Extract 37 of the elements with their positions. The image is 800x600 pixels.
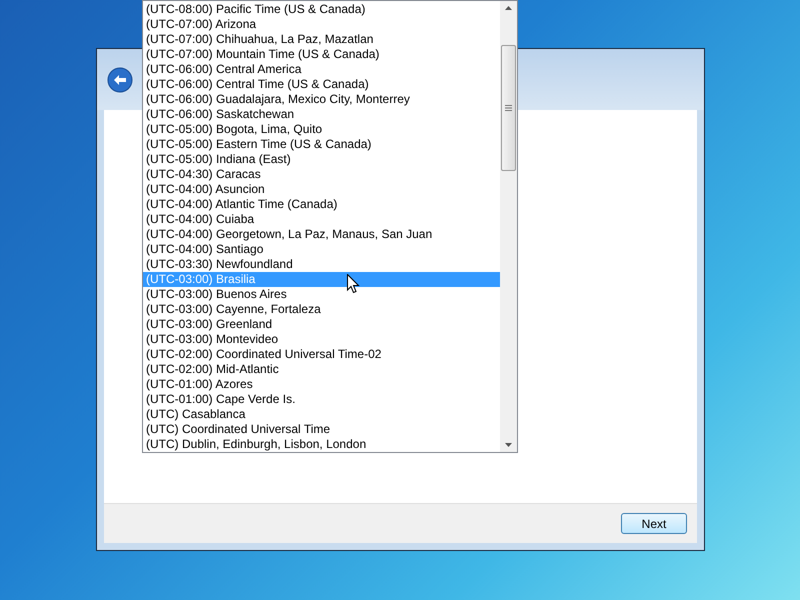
- timezone-option[interactable]: (UTC) Casablanca: [143, 407, 500, 422]
- timezone-option[interactable]: (UTC-07:00) Arizona: [143, 17, 500, 32]
- timezone-option[interactable]: (UTC-03:00) Greenland: [143, 317, 500, 332]
- scroll-up-icon[interactable]: [505, 6, 512, 10]
- timezone-option[interactable]: (UTC-03:00) Montevideo: [143, 332, 500, 347]
- timezone-option[interactable]: (UTC-05:00) Indiana (East): [143, 152, 500, 167]
- timezone-option[interactable]: (UTC-07:00) Chihuahua, La Paz, Mazatlan: [143, 32, 500, 47]
- timezone-option[interactable]: (UTC-05:00) Eastern Time (US & Canada): [143, 137, 500, 152]
- timezone-option[interactable]: (UTC-01:00) Azores: [143, 377, 500, 392]
- timezone-option[interactable]: (UTC) Coordinated Universal Time: [143, 422, 500, 437]
- timezone-option[interactable]: (UTC-03:00) Cayenne, Fortaleza: [143, 302, 500, 317]
- timezone-option[interactable]: (UTC) Dublin, Edinburgh, Lisbon, London: [143, 437, 500, 452]
- timezone-option[interactable]: (UTC-01:00) Cape Verde Is.: [143, 392, 500, 407]
- timezone-option[interactable]: (UTC-04:00) Georgetown, La Paz, Manaus, San Juan: [143, 227, 500, 242]
- timezone-option[interactable]: (UTC-06:00) Guadalajara, Mexico City, Monterrey: [143, 92, 500, 107]
- timezone-option[interactable]: (UTC-08:00) Pacific Time (US & Canada): [143, 2, 500, 17]
- next-button[interactable]: Next: [621, 513, 687, 534]
- timezone-option[interactable]: (UTC-06:00) Central America: [143, 62, 500, 77]
- back-arrow-button[interactable]: [107, 66, 133, 92]
- scroll-thumb[interactable]: [501, 45, 516, 171]
- timezone-option[interactable]: (UTC-04:00) Asuncion: [143, 182, 500, 197]
- timezone-option[interactable]: (UTC-07:00) Mountain Time (US & Canada): [143, 47, 500, 62]
- scroll-down-icon[interactable]: [505, 443, 512, 447]
- timezone-option[interactable]: (UTC-04:30) Caracas: [143, 167, 500, 182]
- timezone-option[interactable]: (UTC-03:00) Buenos Aires: [143, 287, 500, 302]
- grip-icon: [505, 105, 512, 111]
- timezone-option[interactable]: (UTC-04:00) Atlantic Time (Canada): [143, 197, 500, 212]
- scrollbar[interactable]: [500, 1, 517, 452]
- timezone-option[interactable]: (UTC-05:00) Bogota, Lima, Quito: [143, 122, 500, 137]
- timezone-option[interactable]: (UTC-02:00) Mid-Atlantic: [143, 362, 500, 377]
- timezone-option[interactable]: (UTC-04:00) Cuiaba: [143, 212, 500, 227]
- timezone-option[interactable]: (UTC-02:00) Coordinated Universal Time-02: [143, 347, 500, 362]
- mouse-cursor-icon: [347, 274, 360, 294]
- timezone-option[interactable]: (UTC-06:00) Central Time (US & Canada): [143, 77, 500, 92]
- timezone-option[interactable]: (UTC-04:00) Santiago: [143, 242, 500, 257]
- timezone-option[interactable]: (UTC-06:00) Saskatchewan: [143, 107, 500, 122]
- timezone-option[interactable]: (UTC-03:30) Newfoundland: [143, 257, 500, 272]
